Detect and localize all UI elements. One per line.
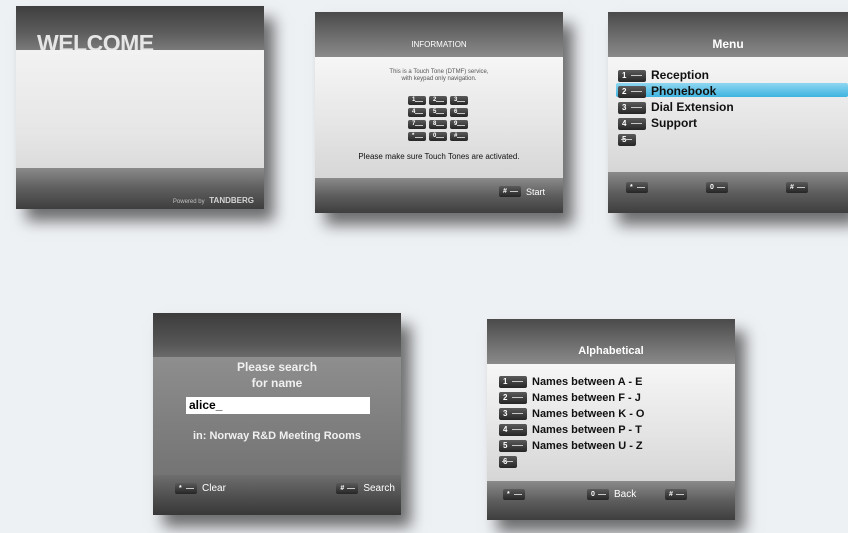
alpha-label-f-j: Names between F - J (532, 392, 641, 404)
search-prompt-line2: for name (251, 376, 303, 390)
menu-footer-key-hash[interactable]: # (786, 182, 808, 193)
menu-key-4: 4 (618, 117, 646, 130)
page: { "welcome": { "title": "WELCOME", "powe… (0, 0, 848, 533)
menu-footer-key-star[interactable]: * (626, 182, 648, 193)
powered-by-text: Powered by (172, 199, 205, 205)
alphabetical-screen: Alphabetical 1 Names between A - E 2 Names… (487, 319, 735, 520)
menu-item-dial-extension[interactable]: 3 Dial Extension (618, 100, 734, 115)
back-key: 0 (587, 489, 609, 500)
search-scope: in: Norway R&D Meeting Rooms (192, 430, 362, 442)
clear-label: Clear (202, 483, 226, 494)
keypad-key-4: 4 (408, 108, 426, 117)
clear-button[interactable]: * Clear (175, 483, 226, 494)
keypad-key-5: 5 (429, 108, 447, 117)
alpha-label-k-o: Names between K - O (532, 408, 645, 420)
tandberg-logo: TANDBERG (209, 196, 254, 205)
search-screen: Please search for name alice_ in: Norway… (153, 313, 401, 515)
alpha-key-6: 6 (499, 456, 517, 469)
back-label: Back (614, 489, 637, 500)
alpha-item-k-o[interactable]: 3 Names between K - O (499, 408, 644, 423)
information-header (315, 12, 563, 57)
menu-key-5: 5 (618, 133, 636, 146)
search-header (153, 313, 401, 357)
search-footer (153, 475, 401, 515)
search-prompt-line1: Please search (236, 360, 318, 374)
information-title: INFORMATION (411, 40, 467, 49)
alpha-item-6[interactable]: 6 (499, 456, 522, 471)
menu-label-phonebook: Phonebook (651, 84, 717, 98)
start-key: # (498, 186, 521, 197)
menu-item-support[interactable]: 4 Support (618, 116, 697, 131)
information-line1: This is a Touch Tone (DTMF) service, (389, 69, 489, 75)
menu-key-2: 2 (618, 85, 646, 98)
menu-item-phonebook[interactable]: 2 Phonebook (618, 84, 716, 99)
powered-by-label: Powered by TANDBERG (173, 196, 254, 205)
welcome-body (16, 50, 264, 168)
keypad-grid: 1 2 3 4 5 6 7 8 9 * 0 # (408, 96, 468, 144)
search-body (153, 357, 401, 475)
keypad-key-2: 2 (429, 96, 447, 105)
alpha-label-u-z: Names between U - Z (532, 440, 643, 452)
alphabetical-title: Alphabetical (578, 345, 644, 357)
menu-label-reception: Reception (651, 68, 710, 82)
menu-key-3: 3 (618, 101, 646, 114)
alpha-key-1: 1 (499, 376, 527, 389)
menu-label-support: Support (651, 116, 697, 130)
information-screen: INFORMATION This is a Touch Tone (DTMF) … (315, 12, 563, 213)
keypad-key-3: 3 (450, 96, 468, 105)
alphabetical-footer (487, 481, 735, 520)
back-button[interactable]: 0 Back (587, 489, 636, 500)
menu-title: Menu (712, 37, 744, 51)
alpha-label-p-t: Names between P - T (532, 424, 642, 436)
alphabetical-header (487, 319, 735, 364)
keypad-key-7: 7 (408, 120, 426, 129)
start-label: Start (525, 186, 545, 197)
menu-label-dial-extension: Dial Extension (651, 100, 734, 114)
alpha-footer-key-hash[interactable]: # (665, 489, 687, 500)
alpha-key-5: 5 (499, 440, 527, 453)
menu-footer-key-0[interactable]: 0 (706, 182, 728, 193)
menu-key-1: 1 (618, 69, 646, 82)
clear-key: * (175, 483, 197, 494)
alpha-item-a-e[interactable]: 1 Names between A - E (499, 376, 642, 391)
keypad-key-1: 1 (408, 96, 426, 105)
alpha-footer-key-star[interactable]: * (503, 489, 525, 500)
search-input[interactable]: alice_ (186, 397, 370, 414)
start-button[interactable]: # Start (498, 186, 545, 197)
information-line2: with keypad only navigation. (401, 76, 477, 82)
search-key: # (336, 483, 359, 494)
alpha-item-f-j[interactable]: 2 Names between F - J (499, 392, 641, 407)
alpha-label-a-e: Names between A - E (532, 376, 643, 388)
keypad-key-6: 6 (450, 108, 468, 117)
search-button[interactable]: # Search (336, 483, 395, 494)
alpha-key-2: 2 (499, 392, 527, 405)
keypad-key-8: 8 (429, 120, 447, 129)
keypad-key-9: 9 (450, 120, 468, 129)
touch-tone-notice: Please make sure Touch Tones are activat… (358, 152, 520, 161)
keypad-key-hash: # (450, 132, 468, 141)
menu-item-reception[interactable]: 1 Reception (618, 68, 709, 83)
alpha-item-u-z[interactable]: 5 Names between U - Z (499, 440, 643, 455)
menu-footer-keys: * 0 # (608, 182, 848, 194)
keypad-key-0: 0 (429, 132, 447, 141)
alpha-item-p-t[interactable]: 4 Names between P - T (499, 424, 642, 439)
keypad-key-star: * (408, 132, 426, 141)
alpha-key-4: 4 (499, 424, 527, 437)
menu-screen: Menu 1 Reception 2 Phonebook 3 Dial Extensi… (608, 12, 848, 213)
alpha-key-3: 3 (499, 408, 527, 421)
menu-item-5[interactable]: 5 (618, 132, 641, 147)
welcome-screen: WELCOME WELCOME Powered by TANDBERG (16, 6, 264, 209)
search-label: Search (363, 483, 395, 494)
